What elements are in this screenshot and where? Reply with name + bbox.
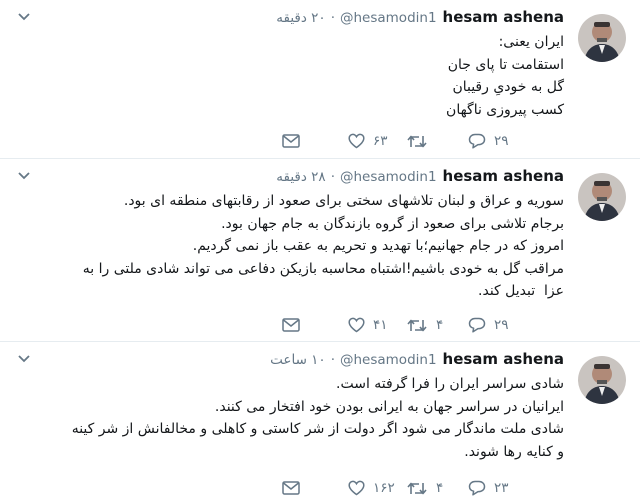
retweet-button[interactable]: ۴ bbox=[406, 478, 443, 498]
retweet-count: ۴ bbox=[436, 317, 444, 333]
dm-button[interactable] bbox=[282, 478, 300, 498]
tweet-line: ایران یعنی: bbox=[498, 34, 564, 50]
tweet-text: ایران یعنی: استقامت تا پای جان گل به خود… bbox=[64, 31, 564, 121]
tweet-line: شادی ملت ماندگار می شود اگر دولت از شر ک… bbox=[67, 421, 564, 460]
tweet-timestamp[interactable]: ۱۰ ساعت bbox=[270, 352, 326, 368]
retweet-icon bbox=[407, 135, 427, 147]
dm-button[interactable] bbox=[282, 131, 300, 151]
chevron-down-icon[interactable] bbox=[18, 354, 30, 364]
tweet-feed: ۲۰ دقیقه · @hesamodin1 hesam ashena ایرا… bbox=[0, 0, 640, 504]
like-count: ۱۶۲ bbox=[373, 480, 395, 496]
chevron-down-icon[interactable] bbox=[18, 12, 30, 22]
author-name[interactable]: hesam ashena bbox=[443, 167, 564, 185]
reply-button[interactable]: ۲۳ bbox=[468, 478, 509, 498]
retweet-button[interactable] bbox=[406, 131, 436, 151]
heart-icon bbox=[348, 480, 365, 496]
separator-dot: · bbox=[330, 169, 335, 185]
avatar[interactable] bbox=[578, 173, 626, 221]
separator-dot: · bbox=[330, 10, 335, 26]
envelope-icon bbox=[282, 134, 300, 148]
retweet-icon bbox=[407, 482, 427, 494]
heart-icon bbox=[348, 317, 365, 333]
tweet-line: استقامت تا پای جان bbox=[447, 56, 564, 73]
tweet-actions: ۶۳ ۲۹ bbox=[282, 131, 552, 151]
like-count: ۴۱ bbox=[373, 317, 388, 333]
author-handle[interactable]: @hesamodin1 bbox=[340, 352, 437, 368]
reply-button[interactable]: ۲۹ bbox=[468, 315, 509, 335]
author-handle[interactable]: @hesamodin1 bbox=[340, 169, 437, 185]
like-button[interactable]: ۱۶۲ bbox=[348, 478, 395, 498]
author-name[interactable]: hesam ashena bbox=[443, 8, 564, 26]
reply-count: ۲۹ bbox=[494, 133, 509, 149]
tweet-line: ایرانیان در سراسر جهان به ایرانی بودن خو… bbox=[214, 398, 564, 415]
author-name[interactable]: hesam ashena bbox=[443, 350, 564, 368]
reply-icon bbox=[468, 480, 486, 496]
tweet-timestamp[interactable]: ۲۰ دقیقه bbox=[276, 10, 325, 26]
tweet-text: شادی سراسر ایران را فرا گرفته است. ایران… bbox=[64, 373, 564, 463]
tweet-line: کسب پیروزی ناگهان bbox=[446, 101, 564, 118]
envelope-icon bbox=[282, 481, 300, 495]
tweet-3[interactable]: ۱۰ ساعت · @hesamodin1 hesam ashena شادی … bbox=[0, 342, 640, 504]
tweet-2[interactable]: ۲۸ دقیقه · @hesamodin1 hesam ashena سوری… bbox=[0, 159, 640, 342]
reply-count: ۲۳ bbox=[494, 480, 509, 496]
avatar[interactable] bbox=[578, 14, 626, 62]
retweet-count: ۴ bbox=[436, 480, 444, 496]
tweet-header: ۲۸ دقیقه · @hesamodin1 hesam ashena bbox=[276, 167, 564, 185]
tweet-line: امروز که در جام جهانیم؛با تهدید و تحریم … bbox=[192, 238, 564, 254]
reply-button[interactable]: ۲۹ bbox=[468, 131, 509, 151]
reply-icon bbox=[468, 133, 486, 149]
retweet-button[interactable]: ۴ bbox=[406, 315, 443, 335]
dm-button[interactable] bbox=[282, 315, 300, 335]
retweet-icon bbox=[407, 319, 427, 331]
tweet-line: سوریه و عراق و لبنان تلاشهای سختی برای ص… bbox=[123, 193, 564, 209]
like-button[interactable]: ۶۳ bbox=[348, 131, 388, 151]
tweet-line: شادی سراسر ایران را فرا گرفته است. bbox=[336, 376, 564, 392]
like-count: ۶۳ bbox=[373, 133, 388, 149]
like-button[interactable]: ۴۱ bbox=[348, 315, 388, 335]
envelope-icon bbox=[282, 318, 300, 332]
chevron-down-icon[interactable] bbox=[18, 171, 30, 181]
tweet-actions: ۴۱ ۴ ۲۹ bbox=[282, 315, 552, 335]
reply-count: ۲۹ bbox=[494, 317, 509, 333]
heart-icon bbox=[348, 133, 365, 149]
reply-icon bbox=[468, 317, 486, 333]
tweet-1[interactable]: ۲۰ دقیقه · @hesamodin1 hesam ashena ایرا… bbox=[0, 0, 640, 159]
tweet-actions: ۱۶۲ ۴ ۲۳ bbox=[282, 478, 552, 498]
tweet-header: ۱۰ ساعت · @hesamodin1 hesam ashena bbox=[270, 350, 564, 368]
author-handle[interactable]: @hesamodin1 bbox=[340, 10, 437, 26]
tweet-header: ۲۰ دقیقه · @hesamodin1 hesam ashena bbox=[276, 8, 564, 26]
tweet-line: برجام تلاشی برای صعود از گروه بازندگان ب… bbox=[221, 215, 564, 232]
tweet-text: سوریه و عراق و لبنان تلاشهای سختی برای ص… bbox=[64, 190, 564, 303]
separator-dot: · bbox=[330, 352, 335, 368]
avatar[interactable] bbox=[578, 356, 626, 404]
tweet-line: گل به خودیِ رقیبان bbox=[452, 79, 564, 95]
tweet-timestamp[interactable]: ۲۸ دقیقه bbox=[276, 169, 325, 185]
tweet-line: مراقب گل به خودی باشیم!اشتباه محاسبه باز… bbox=[78, 260, 564, 300]
